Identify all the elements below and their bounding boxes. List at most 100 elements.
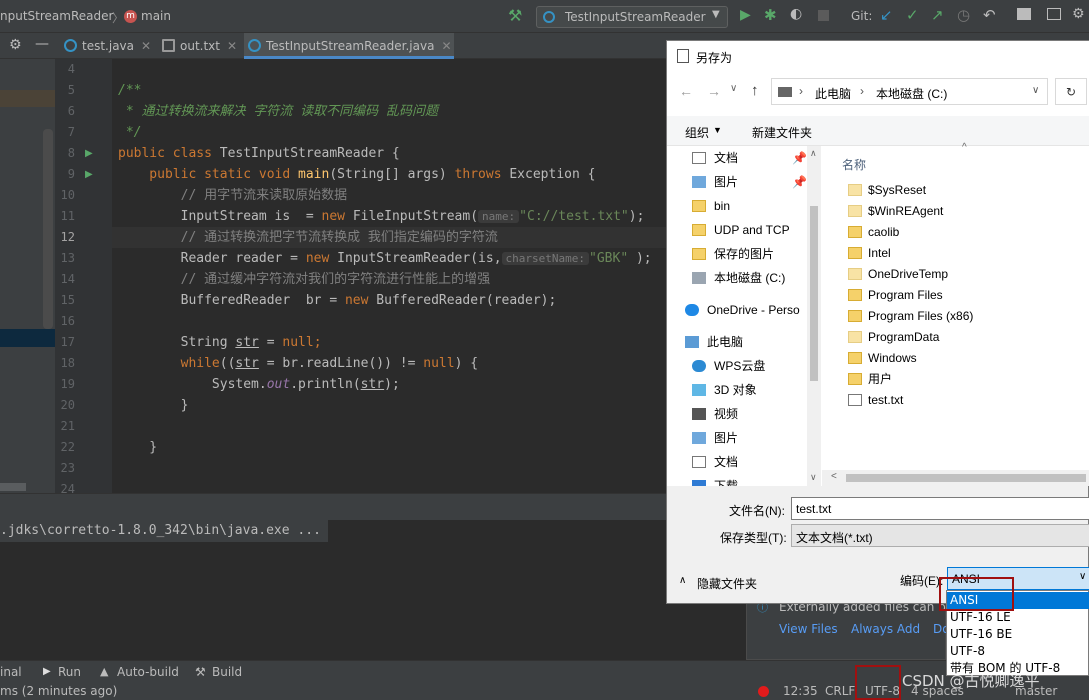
chevron-up-icon[interactable]: ∧ xyxy=(679,575,686,586)
breadcrumb-class[interactable]: nputStreamReader xyxy=(0,9,113,23)
file-item[interactable]: OneDriveTemp xyxy=(848,264,948,285)
close-icon[interactable]: ✕ xyxy=(441,39,451,53)
tree-item-local-disk[interactable]: 本地磁盘 (C:) xyxy=(692,266,785,290)
line-separator[interactable]: CRLF xyxy=(825,682,855,700)
path-disk[interactable]: 本地磁盘 (C:) xyxy=(876,85,947,102)
scroll-left-icon[interactable]: < xyxy=(831,471,837,482)
file-item[interactable]: Intel xyxy=(848,243,891,264)
gear-icon[interactable]: ⚙ xyxy=(9,37,22,53)
code-line: * 通过转换流来解决 字符流 读取不同编码 乱码问题 xyxy=(118,104,438,119)
tree-item-3d[interactable]: 3D 对象 xyxy=(692,378,757,402)
close-icon[interactable]: ✕ xyxy=(227,39,237,53)
tree-item-pictures[interactable]: 图片 📌 xyxy=(692,170,807,194)
title-toolbar: nputStreamReader 〉 m main ⚒ TestInputStr… xyxy=(0,0,1089,33)
tree-item-documents-2[interactable]: 文档 xyxy=(692,450,738,474)
rollback-icon[interactable]: ↶ xyxy=(983,6,996,24)
tab-testinputstreamreader[interactable]: TestInputStreamReader.java ✕ xyxy=(244,33,454,59)
debug-icon[interactable]: ✱ xyxy=(764,6,777,24)
tab-test-java[interactable]: test.java ✕ xyxy=(60,33,151,59)
tree-item-documents[interactable]: 文档 📌 xyxy=(692,146,807,170)
picture-icon xyxy=(692,432,706,444)
scroll-down-icon[interactable]: ∨ xyxy=(810,472,817,483)
hide-folders-button[interactable]: 隐藏文件夹 xyxy=(697,575,757,592)
scroll-thumb[interactable] xyxy=(846,474,1086,482)
file-item[interactable]: $WinREAgent xyxy=(848,201,943,222)
filename-input[interactable]: test.txt xyxy=(791,497,1089,520)
error-indicator-icon[interactable] xyxy=(758,686,769,697)
scroll-up-icon[interactable]: ∧ xyxy=(810,148,817,159)
column-name-header[interactable]: 名称 xyxy=(842,156,866,173)
run-tab[interactable]: Run xyxy=(58,661,81,683)
file-item[interactable]: Windows xyxy=(848,348,917,369)
always-add-link[interactable]: Always Add xyxy=(851,622,920,636)
warning-icon: ▲ xyxy=(100,665,109,678)
git-update-icon[interactable]: ↙ xyxy=(880,6,893,24)
line-number: 4 xyxy=(67,62,75,76)
run-class-icon[interactable]: ▶ xyxy=(85,148,93,159)
code-editor[interactable]: /** * 通过转换流来解决 字符流 读取不同编码 乱码问题 */ public… xyxy=(112,59,672,493)
file-item[interactable]: ProgramData xyxy=(848,327,939,348)
scrollbar[interactable] xyxy=(43,129,53,329)
history-icon[interactable]: ◷ xyxy=(957,6,970,24)
encoding-option[interactable]: UTF-16 BE xyxy=(947,626,1089,643)
filetype-select[interactable]: 文本文档(*.txt) xyxy=(791,524,1089,547)
minimize-icon[interactable]: — xyxy=(35,36,49,52)
tree-item-saved-pictures[interactable]: 保存的图片 xyxy=(692,242,774,266)
line-number: 16 xyxy=(60,314,75,328)
tree-item-wps[interactable]: WPS云盘 xyxy=(692,354,765,378)
file-item[interactable]: $SysReset xyxy=(848,180,926,201)
file-item[interactable]: Program Files (x86) xyxy=(848,306,973,327)
terminal-tab[interactable]: inal xyxy=(0,661,22,683)
build-tab[interactable]: Build xyxy=(212,661,242,683)
settings-icon[interactable]: ⚙ xyxy=(1072,6,1085,22)
run-main-icon[interactable]: ▶ xyxy=(85,169,93,180)
autobuild-tab[interactable]: Auto-build xyxy=(117,661,179,683)
caret-position[interactable]: 12:35 xyxy=(783,682,818,700)
scroll-thumb[interactable] xyxy=(810,206,818,381)
run-config-select[interactable]: TestInputStreamReader ▼ xyxy=(536,6,728,28)
git-push-icon[interactable]: ↗ xyxy=(931,6,944,24)
coverage-icon[interactable]: ◐ xyxy=(790,6,802,22)
encoding-option[interactable]: UTF-16 LE xyxy=(947,609,1089,626)
tab-out-txt[interactable]: out.txt ✕ xyxy=(158,33,237,59)
chevron-right-icon: › xyxy=(799,84,803,98)
encoding-option[interactable]: UTF-8 xyxy=(947,643,1089,660)
back-arrow-icon[interactable]: ← xyxy=(679,83,693,99)
run-icon[interactable]: ▶ xyxy=(740,7,751,23)
chevron-down-icon[interactable]: ∨ xyxy=(730,83,737,94)
code-line: // 通过缓冲字符流对我们的字符流进行性能上的增强 xyxy=(118,272,491,287)
terminal-icon[interactable] xyxy=(1047,8,1061,20)
tree-item-videos[interactable]: 视频 xyxy=(692,402,738,426)
chevron-down-icon[interactable]: ∨ xyxy=(1032,85,1039,96)
view-files-link[interactable]: View Files xyxy=(779,622,838,636)
up-arrow-icon[interactable]: ↑ xyxy=(751,82,759,99)
file-name: 用户 xyxy=(868,372,893,386)
organize-button[interactable]: 组织 xyxy=(685,124,709,141)
address-bar[interactable]: › 此电脑 › 本地磁盘 (C:) ∨ xyxy=(771,78,1048,105)
tree-highlight xyxy=(0,90,55,107)
tree-item-pictures-2[interactable]: 图片 xyxy=(692,426,738,450)
project-structure-icon[interactable] xyxy=(1017,8,1031,20)
tree-item-this-pc[interactable]: 此电脑 xyxy=(685,330,743,354)
tree-scrollbar[interactable]: ∧ ∨ xyxy=(807,146,821,486)
h-scrollbar[interactable]: < xyxy=(822,470,1089,486)
new-folder-button[interactable]: 新建文件夹 xyxy=(752,124,812,141)
close-icon[interactable]: ✕ xyxy=(141,39,151,53)
tree-item-downloads[interactable]: 下载 xyxy=(692,474,738,486)
stop-icon[interactable] xyxy=(818,10,829,21)
file-item[interactable]: Program Files xyxy=(848,285,943,306)
h-scrollbar[interactable] xyxy=(0,483,26,491)
breadcrumb-method[interactable]: main xyxy=(141,9,171,23)
refresh-icon[interactable]: ↻ xyxy=(1055,78,1087,105)
build-hammer-icon[interactable]: ⚒ xyxy=(508,6,522,25)
path-computer[interactable]: 此电脑 xyxy=(815,85,851,102)
tree-label: 此电脑 xyxy=(707,335,744,349)
tree-item-bin[interactable]: bin xyxy=(692,194,730,218)
file-item[interactable]: test.txt xyxy=(848,390,903,411)
file-item[interactable]: caolib xyxy=(848,222,899,243)
forward-arrow-icon[interactable]: → xyxy=(707,83,721,99)
tree-item-udp-tcp[interactable]: UDP and TCP xyxy=(692,218,790,242)
tree-item-onedrive[interactable]: OneDrive - Perso xyxy=(685,298,800,322)
file-item[interactable]: 用户 xyxy=(848,369,892,390)
git-commit-icon[interactable]: ✓ xyxy=(906,6,919,24)
